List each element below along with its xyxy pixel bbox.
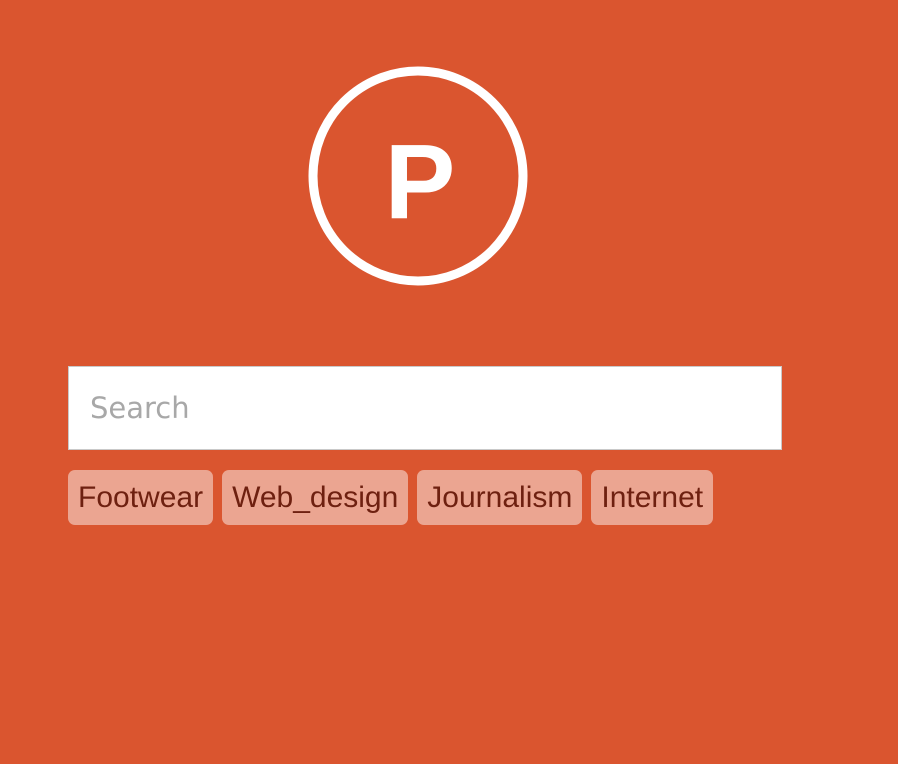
search-box: [68, 366, 782, 450]
tag-journalism[interactable]: Journalism: [417, 470, 583, 525]
search-input[interactable]: [69, 367, 781, 449]
tag-footwear[interactable]: Footwear: [68, 470, 214, 525]
logo-graphic: P: [308, 66, 528, 286]
tag-list: Footwear Web_design Journalism Internet: [68, 470, 714, 525]
tag-web-design[interactable]: Web_design: [222, 470, 409, 525]
logo-letter: P: [385, 123, 456, 241]
product-hunt-logo-icon[interactable]: P: [308, 66, 528, 286]
tag-internet[interactable]: Internet: [591, 470, 714, 525]
